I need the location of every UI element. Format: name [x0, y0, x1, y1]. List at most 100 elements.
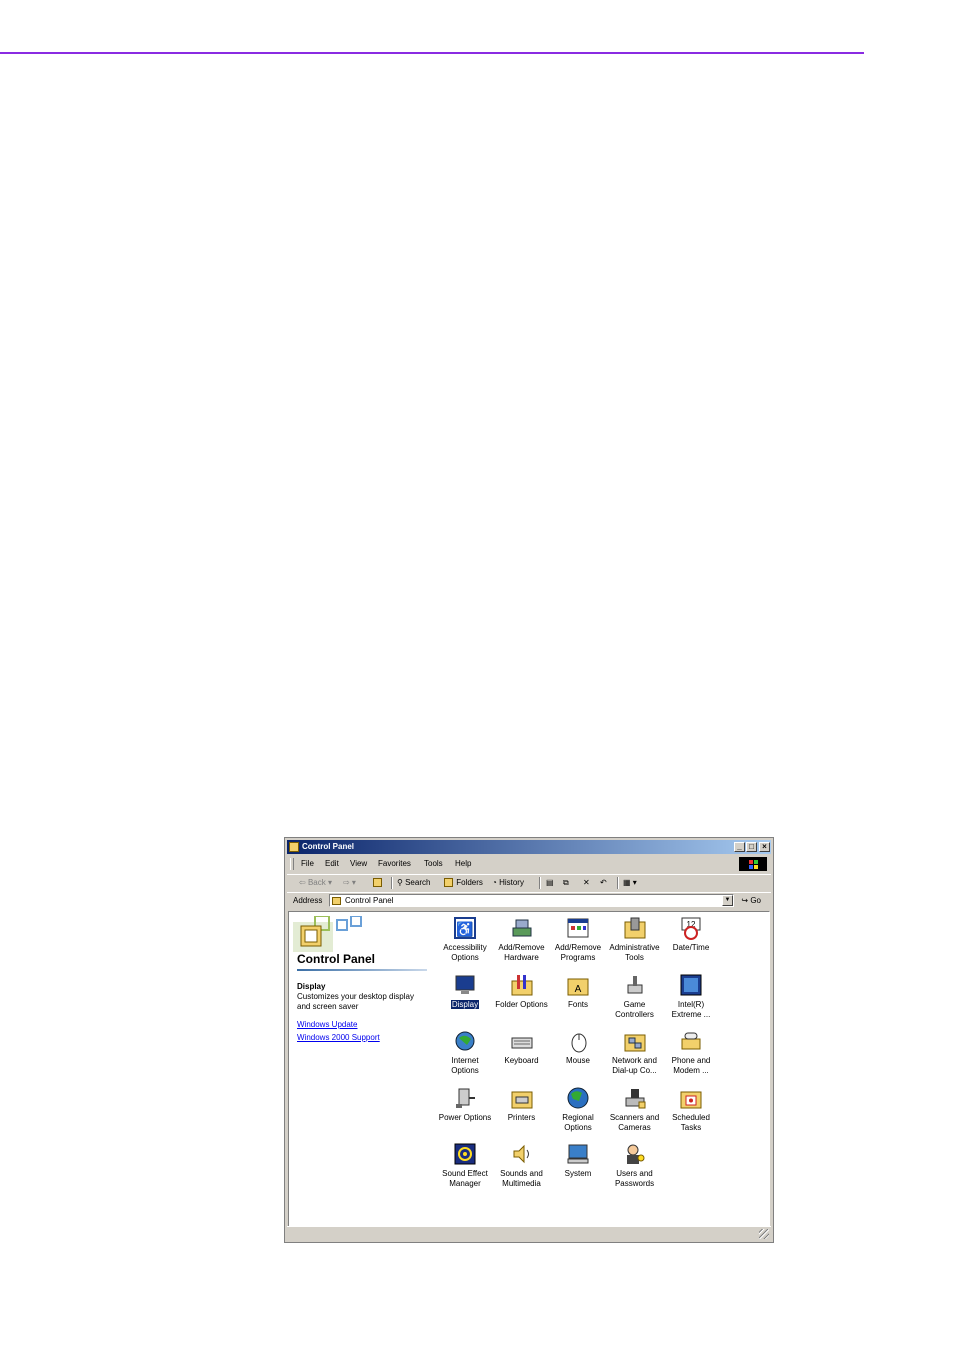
menu-favorites[interactable]: Favorites: [378, 859, 411, 868]
item-label-text: Game Controllers: [615, 999, 654, 1019]
control-panel-item[interactable]: Network and Dial-up Co...: [607, 1029, 663, 1083]
item-label-text: Folder Options: [495, 999, 548, 1009]
control-panel-item[interactable]: Display: [437, 973, 493, 1027]
sounds-icon: [513, 1144, 529, 1164]
control-panel-item[interactable]: A Fonts: [550, 973, 606, 1027]
phone-modem-icon: [681, 1032, 701, 1050]
windows-update-link[interactable]: Windows Update: [297, 1020, 357, 1029]
address-dropdown-button[interactable]: ▼: [722, 895, 733, 906]
back-arrow-icon: ⇦: [299, 878, 306, 887]
control-panel-item[interactable]: Scanners and Cameras: [607, 1086, 663, 1140]
control-panel-item-label: Game Controllers: [607, 1000, 663, 1020]
control-panel-item[interactable]: Folder Options: [494, 973, 550, 1027]
search-button[interactable]: ⚲ Search: [397, 878, 430, 887]
control-panel-item[interactable]: Sounds and Multimedia: [494, 1142, 550, 1196]
control-panel-item[interactable]: Sound Effect Manager: [437, 1142, 493, 1196]
scanners-icon: [625, 1088, 645, 1108]
copy-to-button[interactable]: ⧉: [563, 878, 569, 888]
history-icon: ◔: [492, 878, 497, 887]
status-bar: [287, 1226, 771, 1240]
control-panel-icon: [289, 842, 299, 852]
control-panel-item-label: Scheduled Tasks: [663, 1113, 719, 1133]
control-panel-item-label: Keyboard: [494, 1056, 550, 1066]
control-panel-item[interactable]: Add/Remove Hardware: [494, 916, 550, 970]
control-panel-item[interactable]: Scheduled Tasks: [663, 1086, 719, 1140]
toolbar-separator: [391, 877, 393, 889]
control-panel-item[interactable]: Internet Options: [437, 1029, 493, 1083]
back-button[interactable]: ⇦ Back ▾: [299, 878, 332, 887]
content-area: Control Panel Display Customizes your de…: [288, 911, 770, 1227]
control-panel-item-label: Network and Dial-up Co...: [607, 1056, 663, 1076]
menu-bar: File Edit View Favorites Tools Help: [287, 856, 771, 872]
windows-2000-support-link[interactable]: Windows 2000 Support: [297, 1033, 380, 1042]
control-panel-item[interactable]: 12 Date/Time: [663, 916, 719, 970]
move-to-button[interactable]: ▤: [546, 878, 554, 887]
up-folder-icon: [373, 878, 382, 887]
item-label-text: Sounds and Multimedia: [500, 1169, 543, 1188]
menu-edit[interactable]: Edit: [325, 859, 339, 868]
item-label-text: Scheduled Tasks: [672, 1112, 710, 1132]
control-panel-item[interactable]: Printers: [494, 1086, 550, 1140]
programs-icon: [567, 918, 589, 938]
item-label-text: Regional Options: [562, 1112, 594, 1132]
up-folder-button[interactable]: [373, 878, 383, 887]
control-panel-item[interactable]: Regional Options: [550, 1086, 606, 1140]
selected-item-description: Customizes your desktop display and scre…: [297, 992, 414, 1011]
datetime-icon: 12: [681, 917, 701, 940]
menu-tools[interactable]: Tools: [424, 859, 443, 868]
control-panel-window: Control Panel _ □ × File Edit View Favor…: [284, 837, 774, 1243]
item-label-text: Fonts: [567, 999, 588, 1009]
item-label-text: Users and Passwords: [614, 1169, 655, 1188]
control-panel-item-label: Fonts: [550, 1000, 606, 1010]
delete-icon: ✕: [583, 878, 590, 887]
menu-view[interactable]: View: [350, 859, 367, 868]
sound-effect-icon: [454, 1143, 476, 1165]
control-panel-item[interactable]: Administrative Tools: [607, 916, 663, 970]
go-button[interactable]: ↪ Go: [741, 896, 761, 905]
control-panel-item[interactable]: Add/Remove Programs: [550, 916, 606, 970]
menu-help[interactable]: Help: [455, 859, 471, 868]
maximize-button[interactable]: □: [746, 842, 757, 852]
close-button[interactable]: ×: [759, 842, 770, 852]
toolbar-separator: [539, 877, 541, 889]
control-panel-item-label: Add/Remove Hardware: [494, 943, 550, 963]
internet-options-icon: [455, 1031, 475, 1051]
title-bar[interactable]: Control Panel _ □ ×: [287, 840, 771, 854]
control-panel-item[interactable]: System: [550, 1142, 606, 1196]
item-label-text: Keyboard: [504, 1056, 539, 1065]
undo-button[interactable]: ↶: [600, 878, 607, 887]
resize-grip[interactable]: [759, 1229, 769, 1239]
windows-logo-icon: [739, 857, 767, 871]
forward-arrow-icon: ⇨: [343, 878, 350, 887]
control-panel-item[interactable]: Power Options: [437, 1086, 493, 1140]
control-panel-item-label: Printers: [494, 1113, 550, 1123]
svg-text:♿: ♿: [456, 921, 473, 938]
delete-button[interactable]: ✕: [583, 878, 590, 887]
address-input[interactable]: Control Panel ▼: [329, 894, 734, 907]
minimize-button[interactable]: _: [734, 842, 745, 852]
fonts-icon: A: [567, 978, 589, 995]
folders-button[interactable]: Folders: [444, 878, 483, 887]
control-panel-item-label: Sounds and Multimedia: [494, 1169, 550, 1189]
control-panel-item[interactable]: ♿ Accessibility Options: [437, 916, 493, 970]
forward-button[interactable]: ⇨ ▾: [343, 878, 356, 887]
control-panel-item[interactable]: Keyboard: [494, 1029, 550, 1083]
views-button[interactable]: ▦ ▾: [623, 878, 637, 887]
control-panel-item[interactable]: Users and Passwords: [607, 1142, 663, 1196]
control-panel-item[interactable]: Phone and Modem ...: [663, 1029, 719, 1083]
menu-file[interactable]: File: [301, 859, 314, 868]
item-label-text: Accessibility Options: [443, 943, 487, 962]
control-panel-item[interactable]: Game Controllers: [607, 973, 663, 1027]
system-icon: [567, 1144, 589, 1164]
item-label-text: Date/Time: [672, 943, 710, 952]
control-panel-item-label: Accessibility Options: [437, 943, 493, 963]
control-panel-item[interactable]: Intel(R) Extreme ...: [663, 973, 719, 1027]
control-panel-item[interactable]: Mouse: [550, 1029, 606, 1083]
accessibility-icon: ♿: [454, 917, 476, 939]
item-label-text: Display: [449, 998, 481, 1010]
control-panel-item-label: Users and Passwords: [607, 1169, 663, 1189]
address-value: Control Panel: [345, 896, 394, 905]
history-button[interactable]: ◔ History: [492, 878, 524, 887]
standard-toolbar: ⇦ Back ▾ ⇨ ▾ ⚲ Search Folders ◔ History …: [287, 874, 771, 891]
item-label-text: Intel(R) Extreme ...: [671, 999, 711, 1019]
